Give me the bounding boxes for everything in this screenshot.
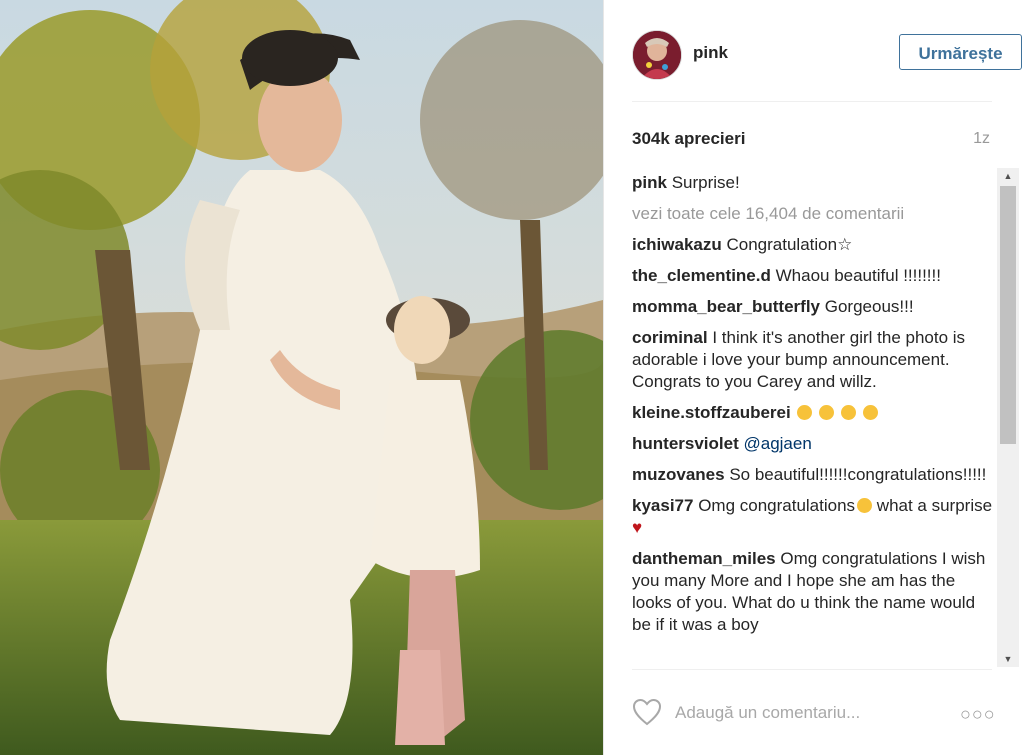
comment-username[interactable]: coriminal (632, 328, 708, 347)
comment-text-continued: what a surprise (872, 496, 993, 515)
post-username[interactable]: pink (693, 43, 728, 63)
comments-scrollbar[interactable]: ▲ ▼ (997, 168, 1019, 667)
comment-text: So beautiful!!!!!!congratulations!!!!! (729, 465, 987, 484)
smiling-face-emoji-icon (819, 405, 835, 420)
comment-text: Whaou beautiful !!!!!!!! (775, 266, 941, 285)
likes-count[interactable]: 304k aprecieri (632, 129, 745, 149)
caption-text: Surprise! (671, 173, 740, 192)
comment-username[interactable]: dantheman_miles (632, 549, 776, 568)
comment-item: dantheman_miles Omg congratulations I wi… (632, 548, 996, 636)
follow-button[interactable]: Urmărește (899, 34, 1022, 70)
red-heart-icon: ♥ (632, 518, 643, 537)
smiling-face-emoji-icon (862, 405, 878, 420)
comment-username[interactable]: kyasi77 (632, 496, 693, 515)
comments-list: pink Surprise! vezi toate cele 16,404 de… (632, 172, 996, 668)
add-comment-input[interactable]: Adaugă un comentariu... (675, 703, 860, 723)
comment-item: the_clementine.d Whaou beautiful !!!!!!!… (632, 265, 996, 287)
scroll-up-arrow-icon[interactable]: ▲ (997, 168, 1019, 184)
comment-username[interactable]: kleine.stoffzauberei (632, 403, 791, 422)
scrollbar-thumb[interactable] (1000, 186, 1016, 444)
post-header: pink Urmărește (632, 28, 1022, 80)
comment-item: momma_bear_butterfly Gorgeous!!! (632, 296, 996, 318)
avatar[interactable] (632, 30, 682, 80)
comment-item: huntersviolet @agjaen (632, 433, 996, 455)
header-divider (632, 101, 992, 102)
more-options-icon[interactable]: ○○○ (960, 704, 996, 725)
comment-username[interactable]: muzovanes (632, 465, 725, 484)
smiling-face-emoji-icon (857, 498, 873, 513)
post-time[interactable]: 1z (973, 130, 990, 148)
heart-outline-icon[interactable] (632, 698, 662, 726)
post-side-panel: pink Urmărește 304k aprecieri 1z pink Su… (604, 0, 1022, 755)
comment-item: muzovanes So beautiful!!!!!!congratulati… (632, 464, 996, 486)
comment-item: ichiwakazu Congratulation☆ (632, 234, 996, 256)
view-all-comments-link[interactable]: vezi toate cele 16,404 de comentarii (632, 203, 996, 225)
comment-mention-link[interactable]: @agjaen (743, 434, 811, 453)
comment-text: Congratulation☆ (726, 235, 853, 254)
comment-item: kleine.stoffzauberei (632, 402, 996, 424)
scroll-down-arrow-icon[interactable]: ▼ (997, 651, 1019, 667)
footer-divider (632, 669, 992, 670)
comment-username[interactable]: huntersviolet (632, 434, 739, 453)
comment-username[interactable]: momma_bear_butterfly (632, 297, 820, 316)
comment-username[interactable]: the_clementine.d (632, 266, 771, 285)
smiling-face-emoji-icon (797, 405, 813, 420)
comment-text: Gorgeous!!! (824, 297, 914, 316)
caption: pink Surprise! (632, 172, 996, 194)
caption-username[interactable]: pink (632, 173, 667, 192)
comment-item: kyasi77 Omg congratulations what a surpr… (632, 495, 996, 539)
comment-item: coriminal I think it's another girl the … (632, 327, 996, 393)
comment-username[interactable]: ichiwakazu (632, 235, 722, 254)
smiling-face-emoji-icon (840, 405, 856, 420)
comment-text: Omg congratulations (698, 496, 856, 515)
post-photo[interactable] (0, 0, 603, 755)
